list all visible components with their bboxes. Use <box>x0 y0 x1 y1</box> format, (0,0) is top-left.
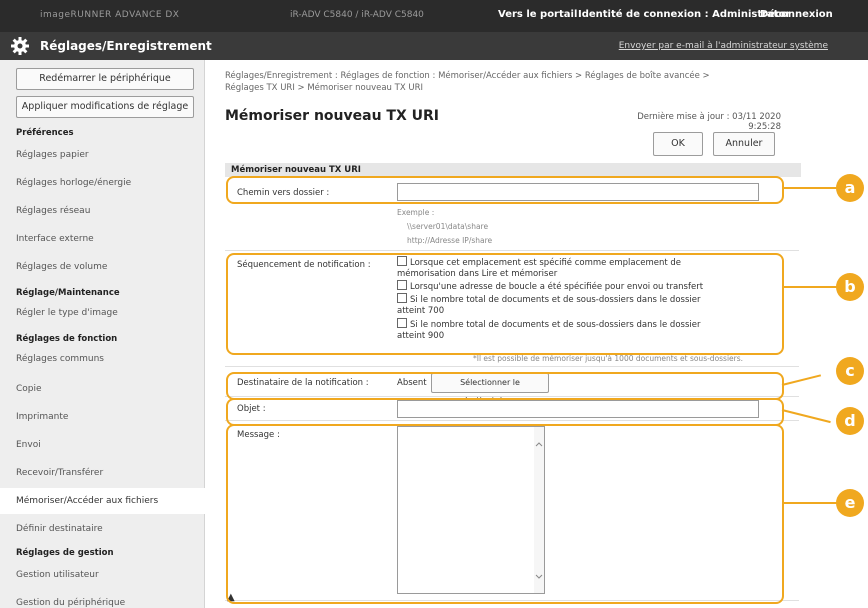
callout-frame-b <box>226 253 784 355</box>
sidebar-item-volume[interactable]: Réglages de volume <box>16 262 202 272</box>
callout-frame-a <box>226 176 784 204</box>
sidebar-item-printer[interactable]: Imprimante <box>16 412 202 422</box>
sidebar-item-image-type[interactable]: Régler le type d'image <box>16 308 202 318</box>
sidebar-group-preferences: Préférences <box>16 128 74 138</box>
login-identity: Identité de connexion : Administrator <box>578 9 791 20</box>
sidebar-item-send[interactable]: Envoi <box>16 440 202 450</box>
sidebar-item-receive-forward[interactable]: Recevoir/Transférer <box>16 468 202 478</box>
last-update: Dernière mise à jour : 03/11 2020 9:25:2… <box>637 112 781 132</box>
email-admin-link[interactable]: Envoyer par e-mail à l'administrateur sy… <box>619 41 828 51</box>
breadcrumb-line-2[interactable]: Réglages TX URI > Mémoriser nouveau TX U… <box>225 82 785 94</box>
sidebar-item-external-interface[interactable]: Interface externe <box>16 234 202 244</box>
portal-link[interactable]: Vers le portail <box>498 9 577 20</box>
callout-marker-a: a <box>836 174 864 202</box>
ok-button[interactable]: OK <box>653 132 703 156</box>
restart-device-button[interactable]: Redémarrer le périphérique <box>16 68 194 90</box>
callout-frame-c <box>226 372 784 400</box>
sidebar-item-clock[interactable]: Réglages horloge/énergie <box>16 178 202 188</box>
device-name: imageRUNNER ADVANCE DX <box>40 10 180 20</box>
divider <box>225 366 799 367</box>
notif-note: *Il est possible de mémoriser jusqu'à 10… <box>473 354 744 363</box>
section-header: Mémoriser nouveau TX URI <box>225 163 801 177</box>
gear-icon <box>11 37 29 55</box>
example-http: http://Adresse IP/share <box>407 236 493 245</box>
callout-marker-e: e <box>836 489 864 517</box>
top-bar: imageRUNNER ADVANCE DX iR-ADV C5840 / iR… <box>0 0 868 32</box>
sidebar-item-paper[interactable]: Réglages papier <box>16 150 202 160</box>
app-title: Réglages/Enregistrement <box>40 39 212 53</box>
device-info: iR-ADV C5840 / iR-ADV C5840 <box>290 10 424 20</box>
sidebar-group-maintenance: Réglage/Maintenance <box>16 288 120 298</box>
callout-frame-d <box>226 398 784 426</box>
cancel-button[interactable]: Annuler <box>713 132 775 156</box>
sidebar-item-device-management[interactable]: Gestion du périphérique <box>16 598 202 608</box>
settings-title-bar: Réglages/Enregistrement Envoyer par e-ma… <box>0 32 868 60</box>
logout-link[interactable]: Déconnexion <box>760 9 833 20</box>
breadcrumb: Réglages/Enregistrement : Réglages de fo… <box>225 70 785 94</box>
callout-frame-e <box>226 424 784 604</box>
sidebar-item-copy[interactable]: Copie <box>16 384 202 394</box>
page-title: Mémoriser nouveau TX URI <box>225 108 439 124</box>
sidebar: Redémarrer le périphérique Appliquer mod… <box>0 60 220 608</box>
sidebar-group-management: Réglages de gestion <box>16 548 114 558</box>
callout-leader-a <box>782 187 842 189</box>
sidebar-item-common[interactable]: Réglages communs <box>16 354 202 364</box>
example-label: Exemple : <box>397 208 435 217</box>
callout-marker-c: c <box>836 357 864 385</box>
sidebar-item-set-destination[interactable]: Définir destinataire <box>16 524 202 534</box>
divider <box>225 250 799 251</box>
sidebar-group-function: Réglages de fonction <box>16 334 118 344</box>
apply-changes-button[interactable]: Appliquer modifications de réglage <box>16 96 194 118</box>
callout-marker-d: d <box>836 407 864 435</box>
breadcrumb-line-1[interactable]: Réglages/Enregistrement : Réglages de fo… <box>225 70 785 82</box>
callout-leader-e <box>782 502 842 504</box>
sidebar-item-user-management[interactable]: Gestion utilisateur <box>16 570 202 580</box>
example-unc: \\server01\data\share <box>407 222 489 231</box>
callout-leader-b <box>782 286 842 288</box>
callout-marker-b: b <box>836 273 864 301</box>
sidebar-item-network[interactable]: Réglages réseau <box>16 206 202 216</box>
sidebar-item-store-access-files[interactable]: Mémoriser/Accéder aux fichiers <box>0 488 220 514</box>
